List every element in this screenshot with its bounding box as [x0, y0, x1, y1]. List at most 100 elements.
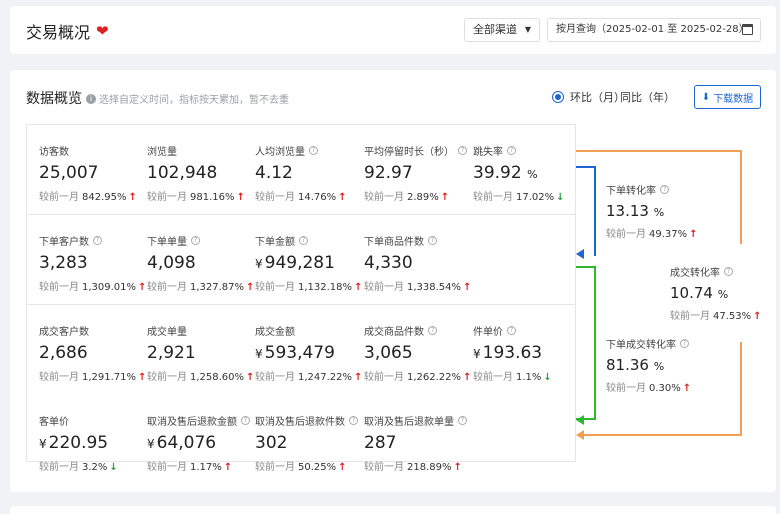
- panel-hint: i 选择自定义时间，指标按天累加，暂不去重: [86, 91, 289, 106]
- metric-card: 下单商品件数? 4,330 较前一月 1,338.54% ↑: [364, 233, 474, 293]
- metric-change: 较前一月 3.2% ↓: [39, 462, 118, 473]
- metric-card: 客单价 ¥220.95 较前一月 3.2% ↓: [39, 413, 149, 473]
- arrow-up-icon: ↑: [246, 372, 255, 383]
- rate-value: 13.13 %: [606, 202, 665, 220]
- arrow-down-icon: ↓: [109, 462, 118, 473]
- metric-change: 较前一月 981.16% ↑: [147, 192, 245, 203]
- download-data-button[interactable]: ⬇ 下载数据: [694, 85, 761, 109]
- help-icon[interactable]: ?: [191, 236, 200, 245]
- metric-card: 平均停留时长（秒）? 92.97 较前一月 2.89% ↑: [364, 143, 474, 203]
- conversion-rate-card: 下单成交转化率? 81.36 % 较前一月 0.30% ↑: [606, 336, 756, 394]
- metric-label: 人均浏览量?: [255, 143, 365, 158]
- radio-checked-icon: [552, 91, 564, 103]
- radio-month-over-month[interactable]: 环比（月）: [552, 89, 625, 105]
- help-icon[interactable]: ?: [299, 236, 308, 245]
- metric-card: 下单单量? 4,098 较前一月 1,327.87% ↑: [147, 233, 257, 293]
- conversion-rate-card: 下单转化率? 13.13 % 较前一月 49.37% ↑: [606, 182, 756, 240]
- arrow-up-icon: ↑: [463, 372, 472, 383]
- help-icon[interactable]: ?: [680, 339, 689, 348]
- arrow-up-icon: ↑: [236, 192, 245, 203]
- help-icon[interactable]: ?: [458, 416, 467, 425]
- arrow-up-icon: ↑: [246, 282, 255, 293]
- help-icon[interactable]: ?: [724, 267, 733, 276]
- metric-label: 成交金额: [255, 327, 295, 338]
- metric-label: 下单商品件数?: [364, 233, 474, 248]
- metric-card: 访客数 25,007 较前一月 842.95% ↑: [39, 143, 149, 203]
- metric-label: 下单金额?: [255, 233, 365, 248]
- metric-value: 102,948: [147, 163, 218, 183]
- rate-label: 下单成交转化率?: [606, 336, 756, 351]
- rate-value: 10.74 %: [670, 284, 729, 302]
- arrow-up-icon: ↑: [682, 383, 692, 394]
- metric-change: 较前一月 842.95% ↑: [39, 192, 137, 203]
- arrow-up-icon: ↑: [453, 462, 462, 473]
- metric-label: 访客数: [39, 147, 69, 158]
- conversion-rate-card: 成交转化率? 10.74 % 较前一月 47.53% ↑: [670, 264, 780, 322]
- metric-change: 较前一月 1,291.71% ↑: [39, 372, 147, 383]
- metric-value: ¥64,076: [147, 433, 217, 453]
- metrics-grid: 访客数 25,007 较前一月 842.95% ↑ 浏览量 102,948 较前一月 981.1…: [26, 124, 576, 473]
- help-icon[interactable]: ?: [660, 185, 669, 194]
- metric-value: 2,686: [39, 343, 88, 363]
- metric-label: 下单客户数?: [39, 233, 149, 248]
- calendar-icon: [742, 24, 753, 35]
- metric-value: 4,330: [364, 253, 413, 273]
- help-icon[interactable]: ?: [428, 326, 437, 335]
- arrow-up-icon: ↑: [138, 372, 147, 383]
- radio-year-over-year[interactable]: 同比（年）: [620, 89, 675, 105]
- metric-change: 较前一月 1,258.60% ↑: [147, 372, 255, 383]
- help-icon[interactable]: ?: [93, 236, 102, 245]
- arrow-up-icon: ↑: [223, 462, 233, 473]
- metric-value: 39.92 %: [473, 163, 538, 183]
- heart-icon[interactable]: ❤: [96, 23, 109, 39]
- channel-select[interactable]: 全部渠道 ▼: [464, 18, 540, 42]
- metric-value: 4,098: [147, 253, 196, 273]
- arrow-down-icon: ↓: [556, 192, 565, 203]
- metric-label: 取消及售后退款金额?: [147, 413, 257, 428]
- metric-change: 较前一月 14.76% ↑: [255, 192, 347, 203]
- metric-label: 成交商品件数?: [364, 323, 474, 338]
- page-title: 交易概况 ❤: [26, 21, 109, 42]
- metric-card: 下单客户数? 3,283 较前一月 1,309.01% ↑: [39, 233, 149, 293]
- metric-value: ¥593,479: [255, 343, 335, 363]
- help-icon[interactable]: ?: [428, 236, 437, 245]
- help-icon[interactable]: ?: [507, 326, 516, 335]
- help-icon[interactable]: ?: [349, 416, 358, 425]
- help-icon[interactable]: ?: [241, 416, 250, 425]
- bottom-panel: [10, 506, 776, 514]
- metric-value: 4.12: [255, 163, 293, 183]
- help-icon[interactable]: ?: [309, 146, 318, 155]
- metric-change: 较前一月 1,309.01% ↑: [39, 282, 147, 293]
- help-icon[interactable]: ?: [458, 146, 467, 155]
- flow-arrow-orange: [576, 430, 584, 440]
- metric-value: ¥220.95: [39, 433, 109, 453]
- metric-card: 成交金额 ¥593,479 较前一月 1,247.22% ↑: [255, 323, 365, 383]
- metric-card: 成交单量 2,921 较前一月 1,258.60% ↑: [147, 323, 257, 383]
- help-icon[interactable]: ?: [507, 146, 516, 155]
- arrow-up-icon: ↑: [338, 462, 347, 473]
- metric-change: 较前一月 1,262.22% ↑: [364, 372, 472, 383]
- date-range-picker[interactable]: 按月查询（2025-02-01 至 2025-02-28）: [547, 18, 761, 42]
- metric-label: 取消及售后退款单量?: [364, 413, 474, 428]
- metric-value: ¥193.63: [473, 343, 543, 363]
- header-bar: 交易概况 ❤ 全部渠道 ▼ 按月查询（2025-02-01 至 2025-02-…: [10, 6, 776, 54]
- metric-card: 成交商品件数? 3,065 较前一月 1,262.22% ↑: [364, 323, 474, 383]
- metric-change: 较前一月 1,247.22% ↑: [255, 372, 363, 383]
- metric-card: 取消及售后退款金额? ¥64,076 较前一月 1.17% ↑: [147, 413, 257, 473]
- rate-label: 下单转化率?: [606, 182, 756, 197]
- flow-arrow-blue: [576, 249, 584, 259]
- download-icon: ⬇: [701, 91, 711, 103]
- metric-change: 较前一月 17.02% ↓: [473, 192, 565, 203]
- rate-change: 较前一月 47.53% ↑: [670, 311, 762, 322]
- rate-change: 较前一月 49.37% ↑: [606, 229, 698, 240]
- arrow-up-icon: ↑: [463, 282, 472, 293]
- info-icon: i: [86, 93, 96, 104]
- arrow-up-icon: ↑: [128, 192, 137, 203]
- metric-change: 较前一月 1,338.54% ↑: [364, 282, 472, 293]
- rate-change: 较前一月 0.30% ↑: [606, 383, 692, 394]
- flow-line-blue: [576, 166, 596, 256]
- metric-value: 302: [255, 433, 288, 453]
- caret-down-icon: ▼: [524, 25, 531, 34]
- metric-label: 取消及售后退款件数?: [255, 413, 365, 428]
- arrow-up-icon: ↑: [753, 311, 762, 322]
